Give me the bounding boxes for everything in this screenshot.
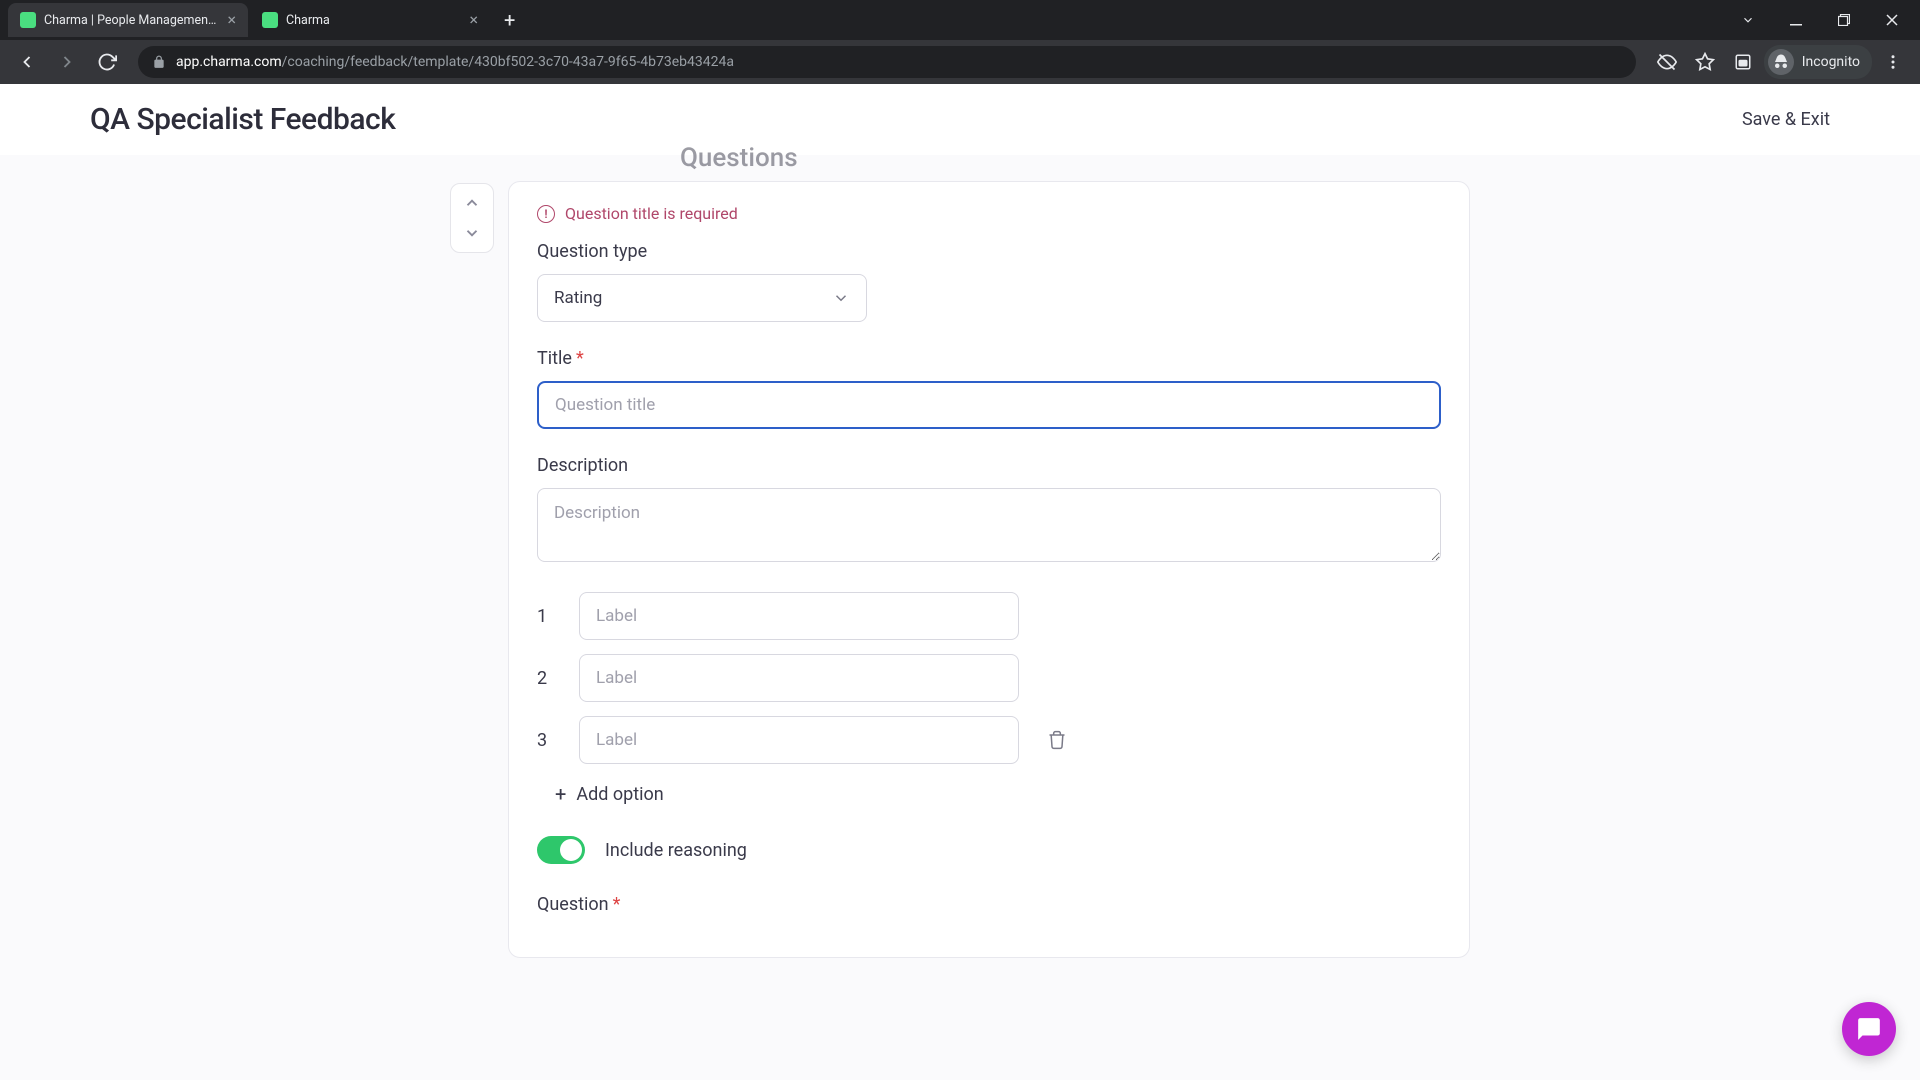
option-label-input[interactable] [579, 716, 1019, 764]
include-reasoning-row: Include reasoning [537, 836, 1441, 864]
content-wrapper: Questions ! Question title is required Q… [360, 143, 1560, 1058]
incognito-icon [1768, 49, 1794, 75]
question-type-select[interactable]: Rating [537, 274, 867, 322]
page-title: QA Specialist Feedback [90, 102, 395, 137]
move-up-button[interactable] [463, 189, 481, 217]
add-option-label: Add option [576, 784, 663, 805]
required-indicator: * [613, 894, 621, 915]
tracking-blocked-icon[interactable] [1650, 45, 1684, 79]
incognito-badge[interactable]: Incognito [1764, 45, 1872, 79]
move-down-button[interactable] [463, 219, 481, 247]
validation-error: ! Question title is required [537, 204, 1441, 223]
chat-support-button[interactable] [1842, 1002, 1896, 1056]
option-number: 3 [537, 730, 555, 751]
plus-icon: + [555, 782, 566, 806]
include-reasoning-toggle[interactable] [537, 836, 585, 864]
question-description-input[interactable] [537, 488, 1441, 562]
back-button[interactable] [10, 45, 44, 79]
new-tab-button[interactable]: + [492, 8, 527, 32]
install-app-icon[interactable] [1726, 45, 1760, 79]
tab-title: Charma [286, 13, 461, 28]
rating-option-row: 2 [537, 654, 1441, 702]
window-controls [1728, 3, 1912, 37]
question-type-label: Question type [537, 241, 1441, 262]
tab-bar: Charma | People Management S × Charma × … [0, 0, 1920, 40]
incognito-label: Incognito [1802, 54, 1860, 70]
close-window-button[interactable] [1872, 3, 1912, 37]
alert-icon: ! [537, 205, 555, 223]
tab-favicon-icon [20, 12, 36, 28]
menu-button[interactable] [1876, 45, 1910, 79]
description-label: Description [537, 455, 1441, 476]
rating-option-row: 3 [537, 716, 1441, 764]
tab-dropdown-button[interactable] [1728, 3, 1768, 37]
option-number: 2 [537, 668, 555, 689]
question-title-input[interactable] [537, 381, 1441, 429]
bookmark-icon[interactable] [1688, 45, 1722, 79]
chevron-down-icon [832, 289, 850, 307]
page-body: QA Specialist Feedback Save & Exit Quest… [0, 84, 1920, 1080]
url-text: app.charma.com/coaching/feedback/templat… [176, 54, 734, 70]
section-heading: Questions [450, 143, 1470, 181]
close-icon[interactable]: × [469, 12, 478, 28]
question-card: ! Question title is required Question ty… [508, 181, 1470, 958]
browser-tab[interactable]: Charma × [250, 3, 490, 37]
add-option-button[interactable]: + Add option [555, 782, 1441, 806]
toggle-knob [560, 839, 582, 861]
browser-tab[interactable]: Charma | People Management S × [8, 3, 248, 37]
error-text: Question title is required [565, 204, 738, 223]
title-label: Title* [537, 348, 1441, 369]
browser-chrome: Charma | People Management S × Charma × … [0, 0, 1920, 84]
question-block: ! Question title is required Question ty… [450, 181, 1470, 958]
next-question-label: Question* [537, 894, 1441, 915]
address-bar[interactable]: app.charma.com/coaching/feedback/templat… [138, 46, 1636, 78]
required-indicator: * [576, 348, 584, 369]
forward-button[interactable] [50, 45, 84, 79]
option-label-input[interactable] [579, 592, 1019, 640]
rating-option-row: 1 [537, 592, 1441, 640]
lock-icon [152, 55, 166, 69]
question-type-value: Rating [554, 288, 602, 308]
browser-toolbar: app.charma.com/coaching/feedback/templat… [0, 40, 1920, 84]
reasoning-label: Include reasoning [605, 840, 747, 861]
option-number: 1 [537, 606, 555, 627]
minimize-button[interactable] [1776, 3, 1816, 37]
delete-option-button[interactable] [1047, 730, 1067, 750]
close-icon[interactable]: × [227, 12, 236, 28]
reorder-controls [450, 183, 494, 253]
maximize-button[interactable] [1824, 3, 1864, 37]
save-exit-button[interactable]: Save & Exit [1742, 109, 1830, 130]
option-label-input[interactable] [579, 654, 1019, 702]
tab-title: Charma | People Management S [44, 13, 219, 28]
question-type-select-wrapper: Rating [537, 274, 867, 322]
toolbar-actions: Incognito [1650, 45, 1910, 79]
tab-favicon-icon [262, 12, 278, 28]
reload-button[interactable] [90, 45, 124, 79]
